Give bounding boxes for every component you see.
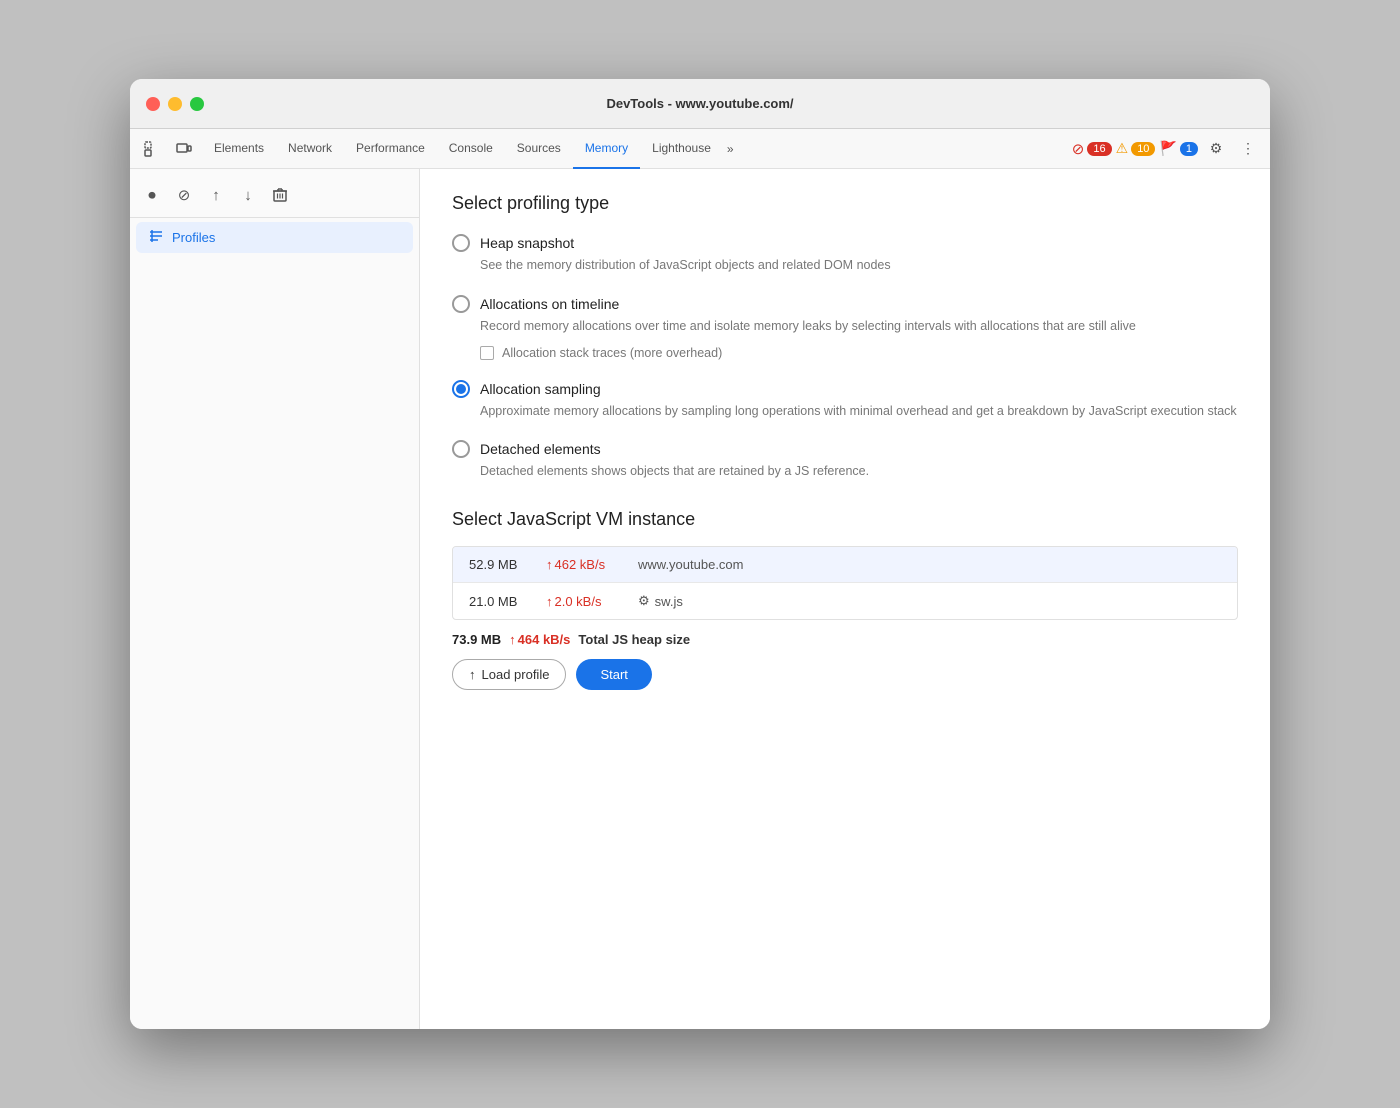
error-icon: ⊘ — [1072, 140, 1085, 158]
more-options-icon[interactable]: ⋮ — [1234, 135, 1262, 163]
tab-network[interactable]: Network — [276, 129, 344, 169]
vm-youtube-rate-value: 462 kB/s — [555, 557, 606, 572]
total-heap-label: Total JS heap size — [578, 632, 690, 647]
tab-performance[interactable]: Performance — [344, 129, 437, 169]
heap-snapshot-label: Heap snapshot — [480, 235, 574, 251]
sidebar: ⏺ ⊘ ↑ ↓ — [130, 169, 420, 1029]
titlebar: DevTools - www.youtube.com/ — [130, 79, 1270, 129]
vm-row-youtube[interactable]: 52.9 MB ↑ 462 kB/s www.youtube.com — [453, 547, 1237, 582]
allocation-sampling-radio[interactable] — [452, 380, 470, 398]
vm-sw-name: ⚙ sw.js — [638, 593, 683, 609]
vm-row-sw[interactable]: 21.0 MB ↑ 2.0 kB/s ⚙ sw.js — [453, 582, 1237, 619]
allocation-sampling-label: Allocation sampling — [480, 381, 601, 397]
vm-section-title: Select JavaScript VM instance — [452, 509, 1238, 530]
detached-elements-header: Detached elements — [452, 440, 1238, 458]
vm-sw-size: 21.0 MB — [469, 594, 534, 609]
warning-count: 10 — [1131, 142, 1155, 156]
device-icon[interactable] — [170, 135, 198, 163]
allocation-traces-checkbox[interactable] — [480, 346, 494, 360]
heap-snapshot-desc: See the memory distribution of JavaScrip… — [480, 256, 1238, 275]
allocation-traces-row: Allocation stack traces (more overhead) — [480, 346, 1238, 360]
error-badge-group: ⊘ 16 — [1072, 140, 1112, 158]
download-btn[interactable]: ↓ — [234, 181, 262, 209]
more-tabs-btn[interactable]: » — [723, 142, 738, 156]
tab-console[interactable]: Console — [437, 129, 505, 169]
allocation-traces-label: Allocation stack traces (more overhead) — [502, 346, 722, 360]
error-count: 16 — [1087, 142, 1111, 156]
total-heap-rate: ↑ 464 kB/s — [509, 632, 570, 647]
upload-btn[interactable]: ↑ — [202, 181, 230, 209]
record-btn[interactable]: ⏺ — [138, 181, 166, 209]
allocations-timeline-desc: Record memory allocations over time and … — [480, 317, 1238, 336]
detached-elements-desc: Detached elements shows objects that are… — [480, 462, 1238, 481]
maximize-button[interactable] — [190, 97, 204, 111]
heap-snapshot-header: Heap snapshot — [452, 234, 1238, 252]
vm-sw-rate: ↑ 2.0 kB/s — [546, 594, 626, 609]
collect-garbage-btn[interactable] — [266, 181, 294, 209]
allocations-timeline-label: Allocations on timeline — [480, 296, 619, 312]
inspect-icon[interactable] — [138, 135, 166, 163]
info-count: 1 — [1180, 142, 1198, 156]
heap-snapshot-radio[interactable] — [452, 234, 470, 252]
allocations-timeline-option: Allocations on timeline Record memory al… — [452, 295, 1238, 360]
detached-elements-label: Detached elements — [480, 441, 601, 457]
detached-elements-radio[interactable] — [452, 440, 470, 458]
main-tabs: Elements Network Performance Console Sou… — [202, 129, 1068, 169]
vm-sw-rate-value: 2.0 kB/s — [555, 594, 602, 609]
allocation-sampling-desc: Approximate memory allocations by sampli… — [480, 402, 1238, 421]
vm-youtube-name: www.youtube.com — [638, 557, 744, 572]
start-button[interactable]: Start — [576, 659, 651, 690]
traffic-lights — [146, 97, 204, 111]
footer: 73.9 MB ↑ 464 kB/s Total JS heap size — [452, 620, 1238, 651]
info-icon: 🚩 — [1159, 140, 1176, 157]
content-area: Select profiling type Heap snapshot See … — [420, 169, 1270, 1029]
allocations-timeline-radio[interactable] — [452, 295, 470, 313]
toolbar-icons: ⊘ 16 ⚠ 10 🚩 1 ⚙ ⋮ — [1072, 135, 1262, 163]
warning-badge-group: ⚠ 10 — [1116, 140, 1156, 157]
devtools-window: DevTools - www.youtube.com/ Elements Net… — [130, 79, 1270, 1029]
total-rate-value: 464 kB/s — [518, 632, 571, 647]
arrow-up-icon-2: ↑ — [546, 594, 553, 609]
window-title: DevTools - www.youtube.com/ — [606, 96, 793, 111]
settings-icon[interactable]: ⚙ — [1202, 135, 1230, 163]
tab-elements[interactable]: Elements — [202, 129, 276, 169]
close-button[interactable] — [146, 97, 160, 111]
tab-sources[interactable]: Sources — [505, 129, 573, 169]
upload-icon: ↑ — [469, 667, 476, 682]
allocations-timeline-header: Allocations on timeline — [452, 295, 1238, 313]
detached-elements-option: Detached elements Detached elements show… — [452, 440, 1238, 481]
heap-snapshot-option: Heap snapshot See the memory distributio… — [452, 234, 1238, 275]
tab-memory[interactable]: Memory — [573, 129, 640, 169]
arrow-up-icon: ↑ — [546, 557, 553, 572]
allocation-sampling-option: Allocation sampling Approximate memory a… — [452, 380, 1238, 421]
tab-bar: Elements Network Performance Console Sou… — [130, 129, 1270, 169]
sidebar-toolbar: ⏺ ⊘ ↑ ↓ — [130, 177, 419, 218]
vm-table: 52.9 MB ↑ 462 kB/s www.youtube.com 21.0 … — [452, 546, 1238, 620]
total-rate-arrow: ↑ — [509, 632, 516, 647]
allocation-sampling-header: Allocation sampling — [452, 380, 1238, 398]
vm-youtube-rate: ↑ 462 kB/s — [546, 557, 626, 572]
profiling-type-title: Select profiling type — [452, 193, 1238, 214]
main-layout: ⏺ ⊘ ↑ ↓ — [130, 169, 1270, 1029]
clear-btn[interactable]: ⊘ — [170, 181, 198, 209]
tab-lighthouse[interactable]: Lighthouse — [640, 129, 723, 169]
load-profile-button[interactable]: ↑ Load profile — [452, 659, 566, 690]
profiles-icon — [148, 228, 164, 247]
info-badge-group: 🚩 1 — [1159, 140, 1198, 157]
total-heap-size: 73.9 MB — [452, 632, 501, 647]
sidebar-item-profiles[interactable]: Profiles — [136, 222, 413, 253]
footer-actions: ↑ Load profile Start — [452, 651, 1238, 698]
profiles-label: Profiles — [172, 230, 215, 245]
gear-icon: ⚙ — [638, 593, 650, 609]
vm-youtube-size: 52.9 MB — [469, 557, 534, 572]
minimize-button[interactable] — [168, 97, 182, 111]
warning-icon: ⚠ — [1116, 140, 1129, 157]
footer-stats: 73.9 MB ↑ 464 kB/s Total JS heap size — [452, 632, 690, 647]
